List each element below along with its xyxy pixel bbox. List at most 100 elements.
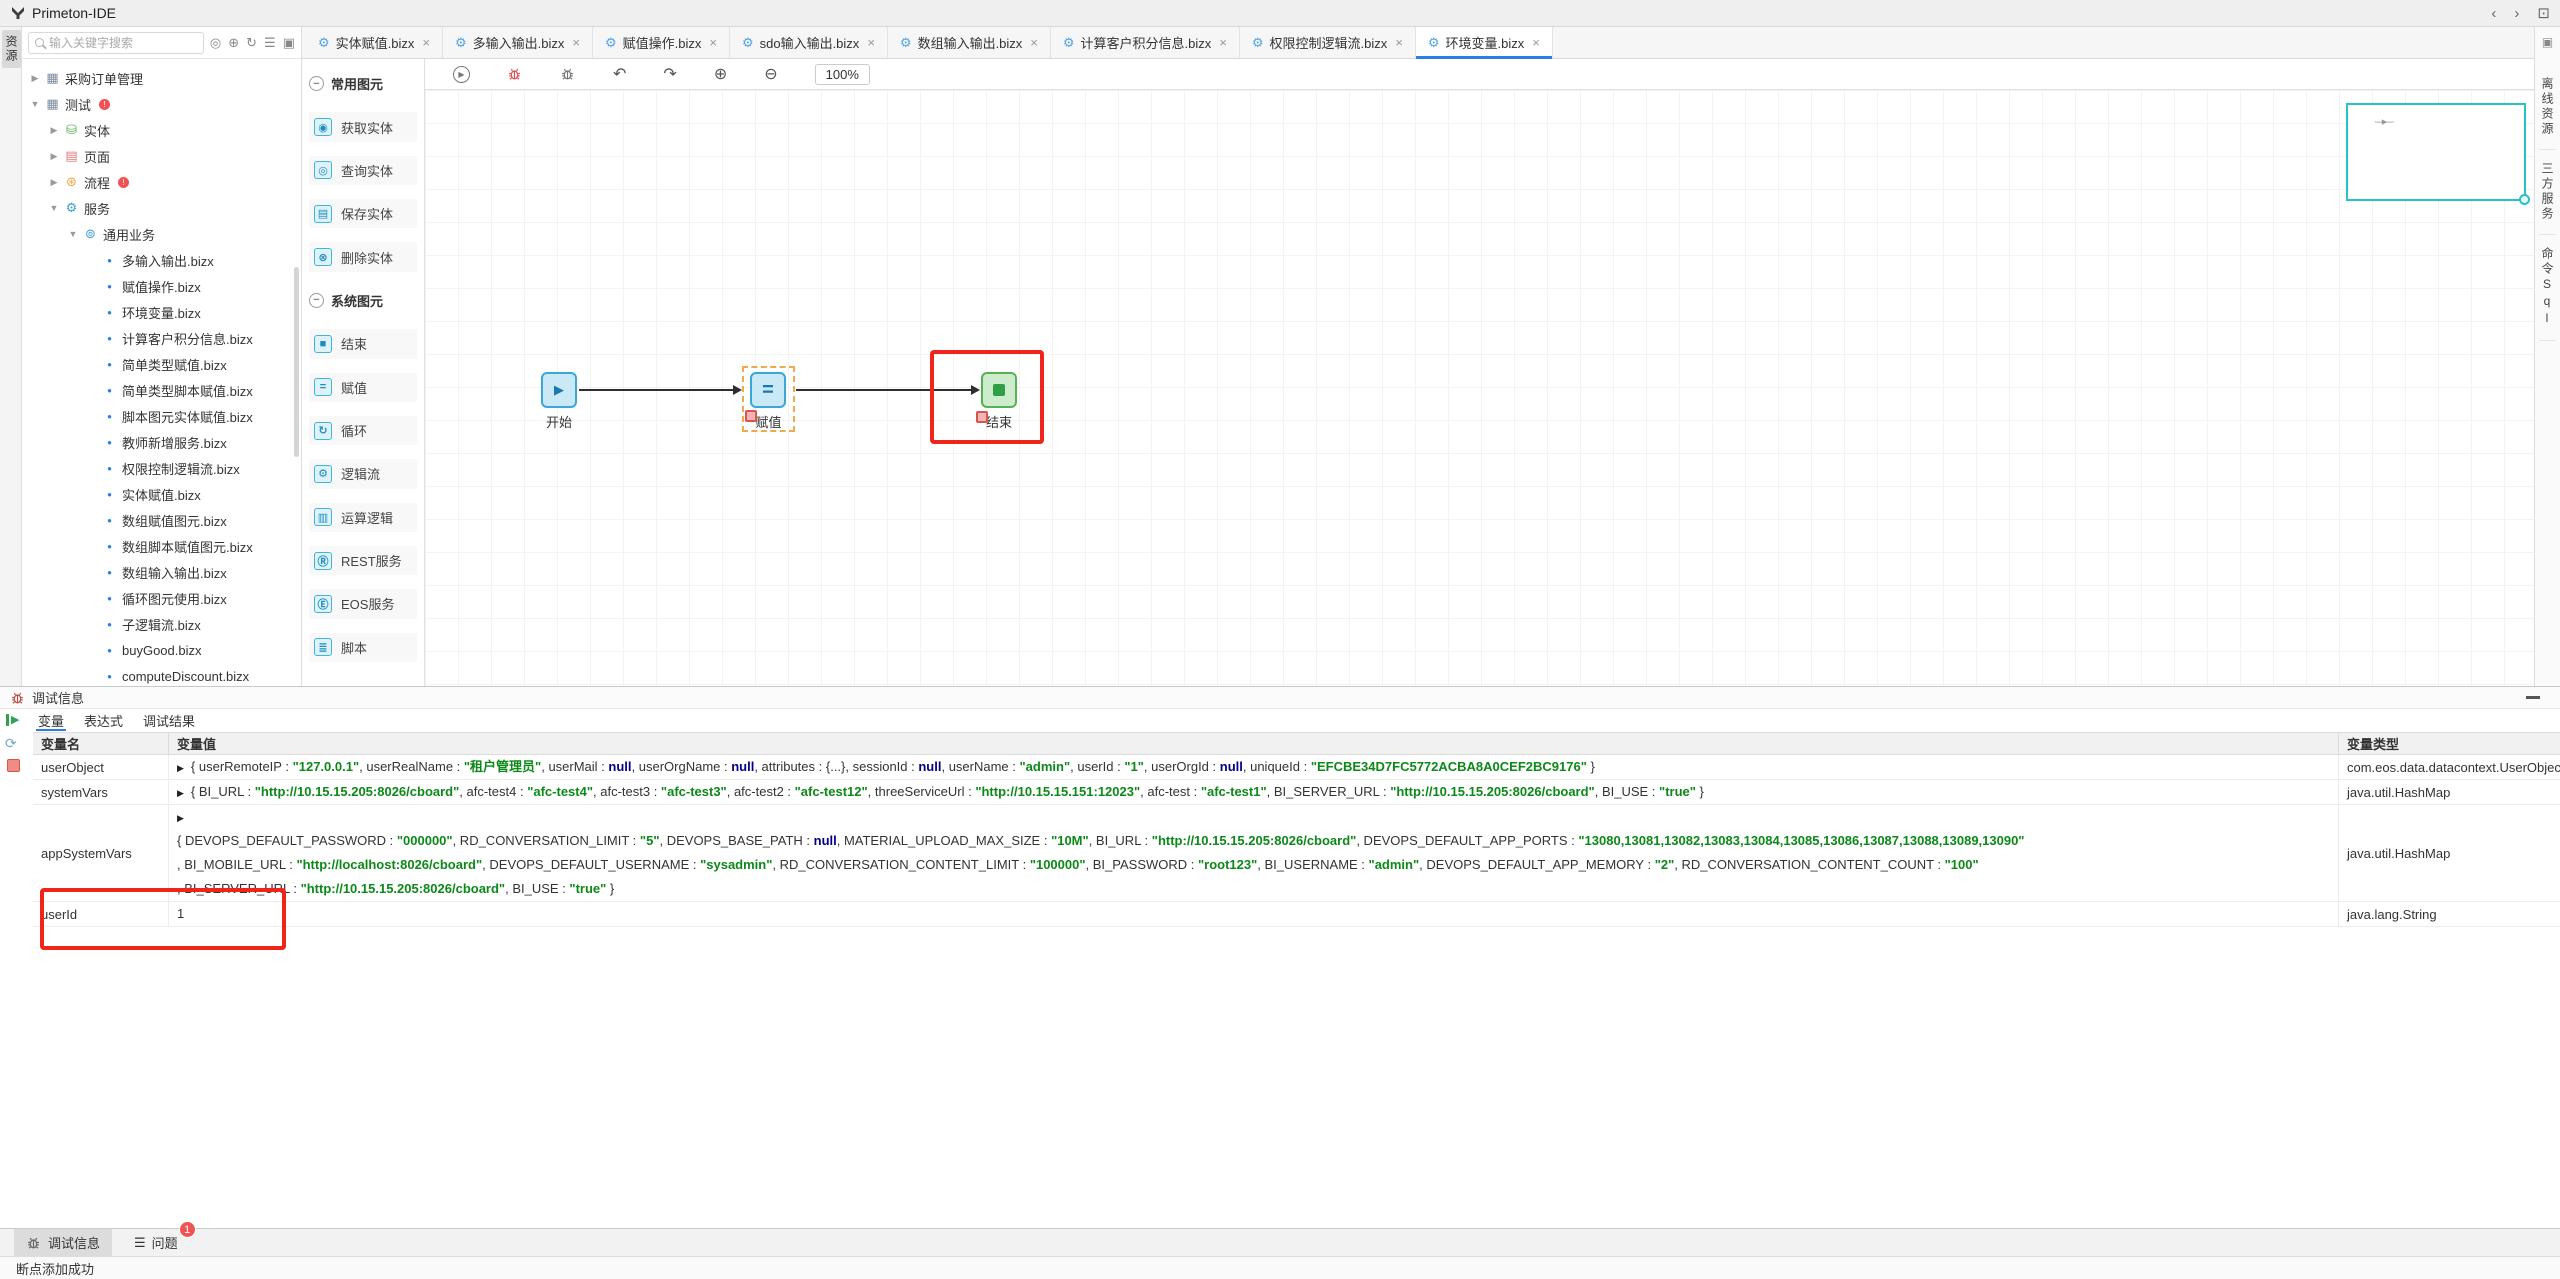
minimap[interactable]: ·–▸–·	[2346, 103, 2526, 201]
tree-item[interactable]: ●教师新增服务.bizx	[22, 429, 301, 455]
flow-canvas[interactable]: ▶ ↶ ↷ ⊕ ⊖ 100% ▶ 开始 =	[425, 59, 2534, 686]
expand-arrow-icon[interactable]: ▼	[30, 99, 40, 109]
variable-row[interactable]: userId1java.lang.String	[33, 902, 2560, 927]
minimize-panel-icon[interactable]	[2526, 696, 2540, 699]
zoom-level[interactable]: 100%	[815, 64, 870, 85]
palette-section-header[interactable]: −系统图元	[309, 286, 417, 315]
tree-item[interactable]: ●buyGood.bizx	[22, 637, 301, 663]
flow-connector[interactable]	[796, 389, 972, 391]
redo-icon[interactable]: ↷	[663, 64, 676, 84]
debug-tab[interactable]: 调试结果	[141, 709, 197, 732]
expand-arrow-icon[interactable]: ▶	[30, 73, 40, 84]
palette-item[interactable]: ⚙逻辑流	[309, 459, 417, 488]
tree-item[interactable]: ▼▦测试!	[22, 91, 301, 117]
breakpoint-icon[interactable]	[745, 410, 757, 422]
panel-toggle-icon[interactable]: ▣	[2542, 35, 2553, 49]
tree-item[interactable]: ▶⛁实体	[22, 117, 301, 143]
editor-tab[interactable]: ⚙计算客户积分信息.bizx×	[1051, 27, 1240, 58]
tree-item[interactable]: ●子逻辑流.bizx	[22, 611, 301, 637]
column-variable-value[interactable]: 变量值	[168, 733, 2338, 754]
palette-item[interactable]: ▥运算逻辑	[309, 503, 417, 532]
search-input[interactable]: 输入关键字搜索	[28, 32, 204, 54]
collapse-icon[interactable]: −	[309, 293, 324, 308]
run-icon[interactable]: ▶	[453, 66, 470, 83]
undo-icon[interactable]: ↶	[613, 64, 626, 84]
tree-item[interactable]: ●环境变量.bizx	[22, 299, 301, 325]
tree-item[interactable]: ●循环图元使用.bizx	[22, 585, 301, 611]
column-variable-type[interactable]: 变量类型	[2338, 733, 2560, 754]
right-rail-tab[interactable]: 三方服务	[2539, 150, 2556, 235]
editor-tab[interactable]: ⚙sdo输入输出.bizx×	[730, 27, 888, 58]
expander-icon[interactable]: ▶	[177, 763, 184, 773]
close-icon[interactable]: ×	[867, 35, 875, 50]
canvas-grid[interactable]: ▶ 开始 = 赋值 结束 ·–▸–·	[425, 90, 2534, 686]
debug-bug-icon[interactable]	[507, 66, 523, 82]
close-icon[interactable]: ×	[1532, 35, 1540, 50]
collapse-icon[interactable]: −	[309, 76, 324, 91]
palette-item[interactable]: ▤保存实体	[309, 199, 417, 228]
terminate-icon[interactable]	[7, 759, 20, 772]
palette-item[interactable]: ⒺEOS服务	[309, 589, 417, 618]
palette-item[interactable]: ◉获取实体	[309, 112, 417, 141]
palette-item[interactable]: ≣脚本	[309, 633, 417, 662]
palette-item[interactable]: ■结束	[309, 329, 417, 358]
new-icon[interactable]: ⊕	[228, 35, 239, 51]
tree-item[interactable]: ●简单类型赋值.bizx	[22, 351, 301, 377]
palette-item[interactable]: ◎查询实体	[309, 156, 417, 185]
editor-tab[interactable]: ⚙多输入输出.bizx×	[443, 27, 593, 58]
nav-back-icon[interactable]: ‹	[2491, 5, 2496, 22]
breakpoint-icon[interactable]	[976, 411, 988, 423]
tree-item[interactable]: ▼⚙服务	[22, 195, 301, 221]
right-rail-tab[interactable]: 命令Sql	[2539, 235, 2556, 341]
resume-icon[interactable]: ▶	[6, 714, 19, 726]
close-icon[interactable]: ×	[422, 35, 430, 50]
end-node[interactable]	[981, 372, 1017, 408]
expand-arrow-icon[interactable]: ▼	[68, 229, 78, 239]
zoom-in-icon[interactable]: ⊕	[714, 64, 727, 84]
expand-arrow-icon[interactable]: ▶	[49, 177, 59, 188]
variable-row[interactable]: systemVars▶{ BI_URL : "http://10.15.15.2…	[33, 780, 2560, 805]
tree-item[interactable]: ▶▦采购订单管理	[22, 65, 301, 91]
variable-row[interactable]: appSystemVars▶{ DEVOPS_DEFAULT_PASSWORD …	[33, 805, 2560, 902]
debug-tab[interactable]: 变量	[36, 709, 66, 732]
panel-tab[interactable]: ☰问题1	[122, 1229, 190, 1256]
palette-item[interactable]: ⊗删除实体	[309, 242, 417, 271]
close-icon[interactable]: ×	[1219, 35, 1227, 50]
tree-item[interactable]: ●简单类型脚本赋值.bizx	[22, 377, 301, 403]
editor-tab[interactable]: ⚙权限控制逻辑流.bizx×	[1240, 27, 1416, 58]
window-layout-icon[interactable]: ⊡	[2537, 4, 2550, 22]
assign-node[interactable]: =	[750, 372, 786, 408]
tree-item[interactable]: ●多输入输出.bizx	[22, 247, 301, 273]
tree-item[interactable]: ●数组脚本赋值图元.bizx	[22, 533, 301, 559]
palette-item[interactable]: =赋值	[309, 373, 417, 402]
palette-section-header[interactable]: −常用图元	[309, 69, 417, 98]
close-icon[interactable]: ×	[572, 35, 580, 50]
nav-forward-icon[interactable]: ›	[2514, 5, 2519, 22]
left-rail-tab-resources[interactable]: 资源	[2, 30, 21, 68]
tree-item[interactable]: ●实体赋值.bizx	[22, 481, 301, 507]
tree-item[interactable]: ▼⊚通用业务	[22, 221, 301, 247]
editor-tab[interactable]: ⚙数组输入输出.bizx×	[888, 27, 1051, 58]
palette-item[interactable]: ⓇREST服务	[309, 546, 417, 575]
tree-item[interactable]: ●computeDiscount.bizx	[22, 663, 301, 686]
right-rail-tab[interactable]: 离线资源	[2539, 65, 2556, 150]
expand-arrow-icon[interactable]: ▶	[49, 125, 59, 136]
close-icon[interactable]: ×	[1395, 35, 1403, 50]
tree-item[interactable]: ●脚本图元实体赋值.bizx	[22, 403, 301, 429]
start-node[interactable]: ▶	[541, 372, 577, 408]
expander-icon[interactable]: ▶	[177, 788, 184, 798]
expand-arrow-icon[interactable]: ▼	[49, 203, 59, 213]
close-icon[interactable]: ×	[1030, 35, 1038, 50]
copy-doc-icon[interactable]: ▣	[283, 35, 295, 51]
debug-tab[interactable]: 表达式	[82, 709, 125, 732]
tree-scrollbar[interactable]	[294, 267, 299, 457]
minimap-handle-icon[interactable]	[2519, 194, 2530, 205]
sort-icon[interactable]: ☰	[264, 35, 276, 51]
refresh-variables-icon[interactable]: ⟳	[5, 736, 17, 750]
editor-tab[interactable]: ⚙环境变量.bizx×	[1416, 27, 1553, 58]
zoom-out-icon[interactable]: ⊖	[764, 64, 777, 84]
ai-icon[interactable]: ◎	[210, 35, 221, 51]
tree-item[interactable]: ▶▤页面	[22, 143, 301, 169]
editor-tab[interactable]: ⚙实体赋值.bizx×	[306, 27, 443, 58]
variable-row[interactable]: userObject▶{ userRemoteIP : "127.0.0.1",…	[33, 755, 2560, 780]
